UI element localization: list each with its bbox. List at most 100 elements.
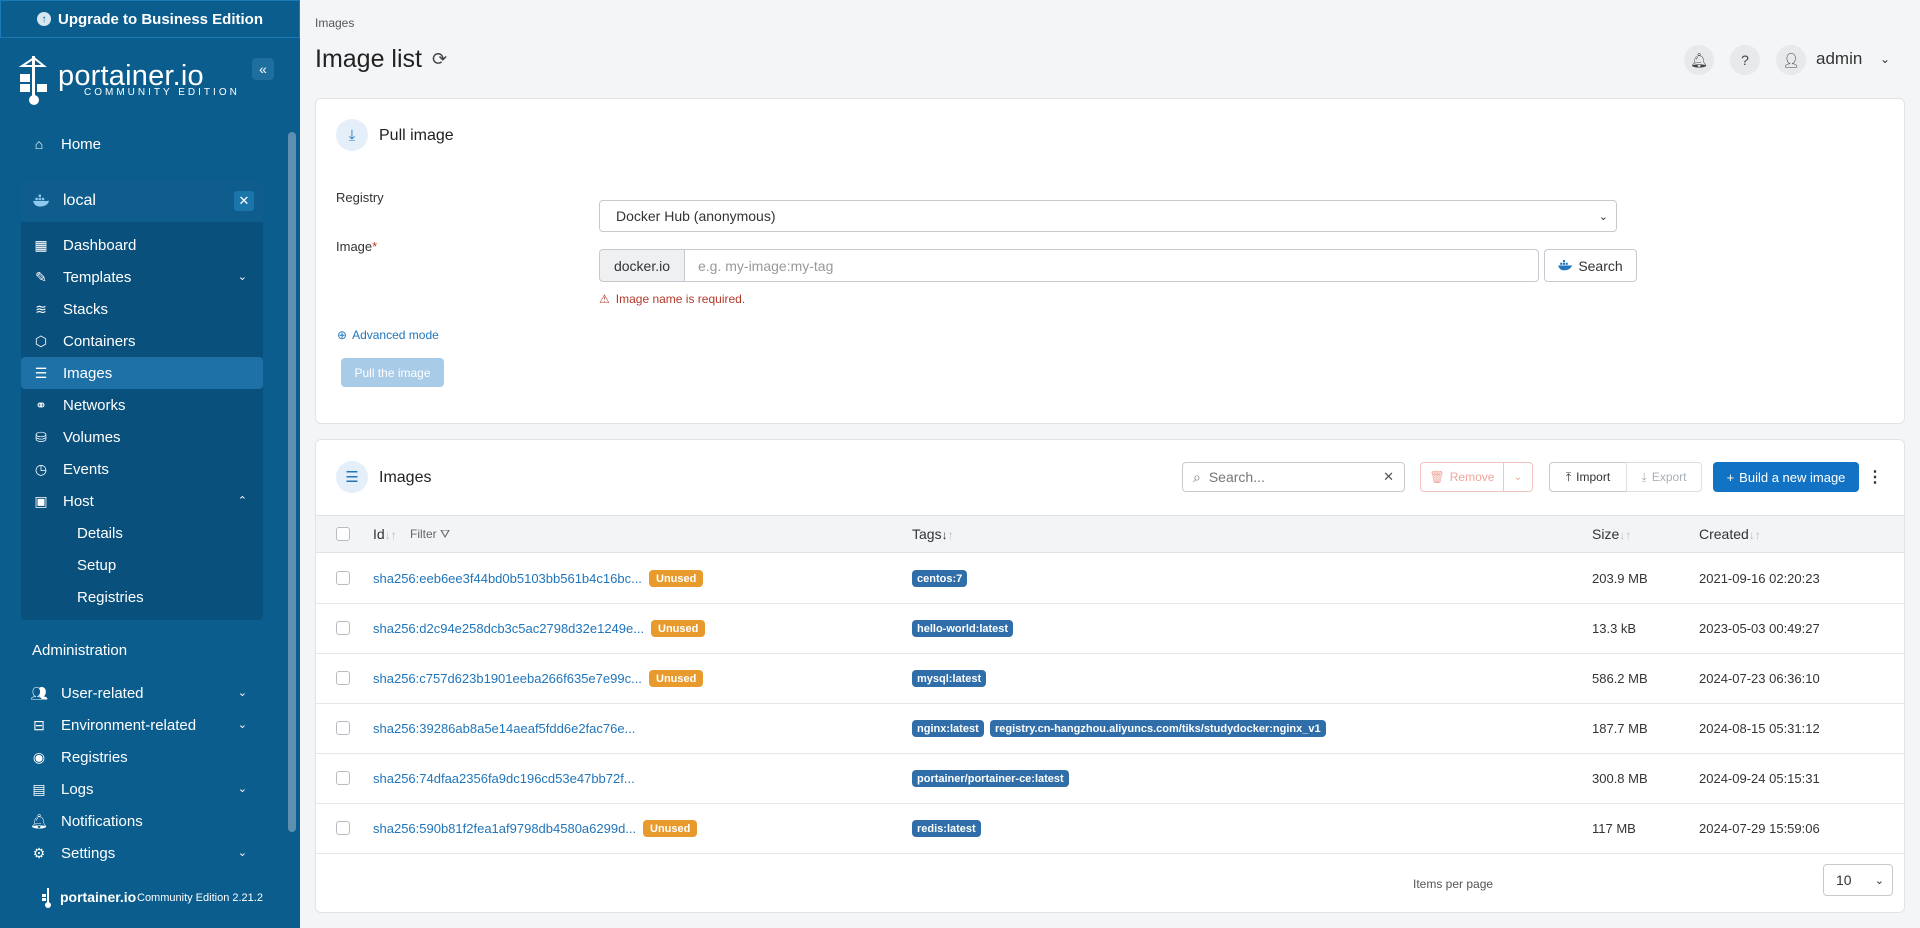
error-text: Image name is required. [615,292,746,306]
column-created-label: Created [1699,526,1749,542]
table-search-input[interactable]: ⌕ Search... ✕ [1182,462,1405,492]
registry-selected-value: Docker Hub (anonymous) [616,208,776,224]
sidebar-item-notifications[interactable]: 🔔︎ Notifications [21,806,263,836]
registry-select[interactable]: Docker Hub (anonymous) ⌄ [599,200,1617,232]
sidebar-item-host[interactable]: ▣ Host ⌃ [21,485,263,517]
image-id-link[interactable]: sha256:d2c94e258dcb3c5ac2798d32e1249e... [373,621,644,636]
remove-options-dropdown[interactable]: ⌄ [1503,462,1533,492]
row-checkbox[interactable] [336,821,350,835]
advanced-mode-link[interactable]: ⊕ Advanced mode [337,328,439,342]
download-icon: ⤓ [1641,469,1647,484]
user-menu-name[interactable]: admin [1816,49,1862,69]
table-row[interactable]: sha256:590b81f2fea1af9798db4580a6299d...… [316,804,1904,854]
help-button[interactable]: ? [1730,45,1760,75]
sidebar-item-registries[interactable]: ◉ Registries [21,742,263,772]
sidebar-item-environment-related[interactable]: ⊟ Environment-related ⌄ [21,710,263,740]
sidebar-item-images[interactable]: ☰ Images [21,357,263,389]
table-row[interactable]: sha256:d2c94e258dcb3c5ac2798d32e1249e...… [316,604,1904,654]
chevron-down-icon: ⌄ [1874,875,1884,887]
sidebar-item-stacks[interactable]: ≋ Stacks [21,293,263,325]
notifications-button[interactable]: 🔔︎ [1684,45,1714,75]
items-per-page-label: Items per page [1413,877,1494,891]
image-created: 2021-09-16 02:20:23 [1699,571,1820,586]
sidebar-item-user-related[interactable]: 👥︎ User-related ⌄ [21,678,263,708]
column-size[interactable]: Size↓↑ [1592,526,1631,542]
sidebar-scrollbar-thumb[interactable] [288,132,296,832]
id-filter-button[interactable]: Filter ⛛ [410,527,450,542]
image-id-link[interactable]: sha256:74dfaa2356fa9dc196cd53e47bb72f... [373,771,635,786]
edit-icon: ✎ [35,268,47,285]
row-checkbox[interactable] [336,621,350,635]
column-tags[interactable]: Tags↓↑ [912,526,954,542]
row-checkbox[interactable] [336,671,350,685]
sidebar-item-home[interactable]: ⌂ Home [21,130,263,158]
sidebar-item-logs[interactable]: ▤ Logs ⌄ [21,774,263,804]
export-label: Export [1651,470,1687,484]
sidebar-item-events[interactable]: ◷ Events [21,453,263,485]
unused-badge: Unused [643,820,698,837]
upgrade-banner[interactable]: ↑ Upgrade to Business Edition [0,0,300,38]
collapse-sidebar-button[interactable]: « [252,58,274,80]
row-checkbox[interactable] [336,721,350,735]
sidebar-item-label: Images [63,364,113,382]
image-id-link[interactable]: sha256:39286ab8a5e14aeaf5fdd6e2fac76e... [373,721,635,736]
table-row[interactable]: sha256:c757d623b1901eeba266f635e7e99c...… [316,654,1904,704]
unused-badge: Unused [649,670,704,687]
clear-search-icon[interactable]: ✕ [1383,469,1394,485]
sidebar-item-label: Stacks [63,300,109,318]
search-image-button[interactable]: Search [1544,249,1637,282]
layers-icon: ≋ [35,300,47,317]
dashboard-icon: ▦ [34,236,48,253]
portainer-logo[interactable]: portainer.io COMMUNITY EDITION [18,56,278,106]
column-created[interactable]: Created↓↑ [1699,526,1761,542]
remove-button[interactable]: 🗑︎ Remove [1420,462,1504,492]
clock-icon: ◷ [34,460,48,477]
help-circle-icon: ? [1741,52,1749,68]
sidebar-item-containers[interactable]: ⬡ Containers [21,325,263,357]
search-placeholder: Search... [1208,469,1265,485]
export-button[interactable]: ⤓ Export [1626,462,1702,492]
list-icon: ☰ [34,364,48,381]
images-title: Images [379,469,432,486]
sidebar-item-volumes[interactable]: ⛁ Volumes [21,421,263,453]
items-per-page-value: 10 [1836,872,1852,888]
select-all-checkbox[interactable] [336,527,350,541]
image-id-link[interactable]: sha256:590b81f2fea1af9798db4580a6299d... [373,821,636,836]
import-button[interactable]: ⤒ Import [1549,462,1627,492]
network-icon: ⚭ [35,396,47,413]
unused-badge: Unused [649,570,704,587]
build-image-button[interactable]: + Build a new image [1713,462,1859,492]
row-checkbox[interactable] [336,771,350,785]
image-name-input[interactable] [684,249,1539,282]
sidebar-subitem-details[interactable]: Details [77,517,123,549]
pull-image-card: ⤓ Pull image Registry Docker Hub (anonym… [315,98,1905,424]
download-icon: ⤓ [336,119,368,151]
image-tag-badge: hello-world:latest [912,620,1014,637]
pull-image-button[interactable]: Pull the image [341,358,444,387]
environment-header[interactable]: local ✕ [21,180,263,222]
image-id-link[interactable]: sha256:eeb6ee3f44bd0b5103bb561b4c16bc... [373,571,642,586]
sidebar-item-networks[interactable]: ⚭ Networks [21,389,263,421]
more-options-icon[interactable]: ⋮ [1867,467,1883,487]
column-tags-label: Tags [912,526,942,542]
table-row[interactable]: sha256:39286ab8a5e14aeaf5fdd6e2fac76e...… [316,704,1904,754]
column-id[interactable]: Id↓↑ [373,526,397,542]
sidebar-item-dashboard[interactable]: ▦ Dashboard [21,229,263,261]
image-error-message: ⚠ Image name is required. [599,292,745,306]
close-environment-button[interactable]: ✕ [234,191,254,211]
refresh-icon[interactable]: ⟳ [432,49,447,70]
sidebar-subitem-registries[interactable]: Registries [77,581,144,613]
image-id-link[interactable]: sha256:c757d623b1901eeba266f635e7e99c... [373,671,642,686]
table-row[interactable]: sha256:74dfaa2356fa9dc196cd53e47bb72f...… [316,754,1904,804]
image-size: 203.9 MB [1592,571,1648,586]
chevron-down-icon[interactable]: ⌄ [1880,52,1890,66]
sidebar-subitem-setup[interactable]: Setup [77,549,116,581]
sidebar-item-templates[interactable]: ✎ Templates ⌄ [21,261,263,293]
table-header: Id↓↑ Filter ⛛ Tags↓↑ Size↓↑ Created↓↑ [316,515,1904,553]
row-checkbox[interactable] [336,571,350,585]
environment-name: local [63,192,96,209]
table-row[interactable]: sha256:eeb6ee3f44bd0b5103bb561b4c16bc...… [316,554,1904,604]
chevron-down-icon: ⌄ [1598,211,1608,223]
items-per-page-select[interactable]: 10 ⌄ [1823,864,1893,896]
user-avatar[interactable]: 👤︎ [1776,45,1806,75]
